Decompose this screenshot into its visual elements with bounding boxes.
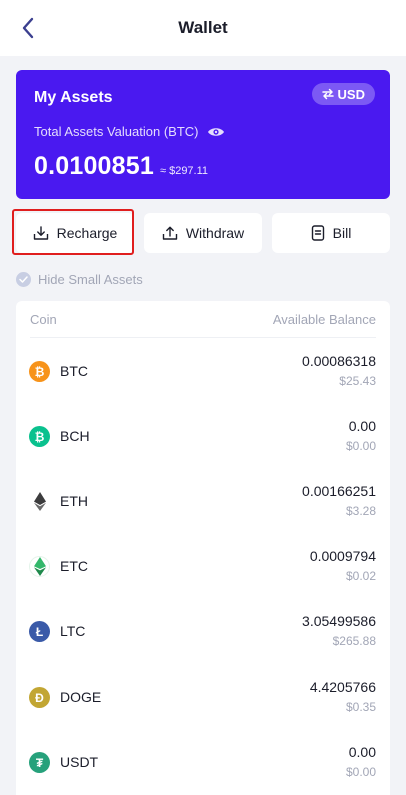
coin-row-doge[interactable]: Ð DOGE 4.4205766 $0.35 <box>16 664 390 729</box>
eye-icon <box>207 127 224 136</box>
coin-row-bch[interactable]: ₿ BCH 0.00 $0.00 <box>16 403 390 468</box>
withdraw-label: Withdraw <box>185 225 245 241</box>
coin-fiat-value: $25.43 <box>339 374 376 388</box>
chevron-left-icon <box>22 17 34 39</box>
valuation-label-row: Total Assets Valuation (BTC) <box>34 124 225 139</box>
valuation-label: Total Assets Valuation (BTC) <box>34 124 199 139</box>
swap-icon <box>321 88 334 100</box>
bitcoin-icon: ₿ <box>29 361 50 382</box>
valuation-row: 0.0100851 ≈ $297.11 <box>34 152 208 181</box>
coin-row-etc[interactable]: ETC 0.0009794 $0.02 <box>16 533 390 598</box>
coin-table-header: Coin Available Balance <box>30 301 376 338</box>
assets-summary-card: My Assets USD Total Assets Valuation (BT… <box>16 70 390 199</box>
bill-button[interactable]: Bill <box>272 213 390 253</box>
top-nav-bar: Wallet <box>0 0 406 56</box>
coin-symbol: BCH <box>60 428 90 444</box>
download-icon <box>33 226 48 240</box>
recharge-button[interactable]: Recharge <box>16 213 134 253</box>
coin-fiat-value: $265.88 <box>332 634 376 648</box>
back-button[interactable] <box>14 14 42 42</box>
coin-fiat-value: $3.28 <box>345 504 376 518</box>
recharge-label: Recharge <box>56 225 118 241</box>
coin-balance: 0.00 <box>348 744 376 760</box>
coin-fiat-value: $0.00 <box>345 439 376 453</box>
ethereum-icon <box>29 491 50 512</box>
tether-icon: ₮ <box>29 752 50 773</box>
page-title: Wallet <box>178 18 228 37</box>
visibility-toggle-button[interactable] <box>207 126 225 138</box>
coin-fiat-value: $0.35 <box>345 700 376 714</box>
coin-column-header: Coin <box>30 311 57 327</box>
bitcoin-cash-icon: ₿ <box>29 426 50 447</box>
coin-balance: 0.00 <box>348 418 376 434</box>
coin-balance: 0.0009794 <box>309 548 376 564</box>
coin-fiat-value: $0.00 <box>345 765 376 779</box>
valuation-value: 0.0100851 <box>34 152 154 180</box>
coin-symbol: ETC <box>60 558 88 574</box>
coin-symbol: ETH <box>60 493 88 509</box>
dogecoin-icon: Ð <box>29 687 50 708</box>
bill-icon <box>311 225 324 241</box>
coin-list-card: Coin Available Balance ₿ BTC 0.00086318 $25… <box>16 301 390 795</box>
coin-symbol: BTC <box>60 363 88 379</box>
assets-title: My Assets <box>34 89 113 106</box>
coin-balance: 0.00166251 <box>302 483 376 499</box>
coin-fiat-value: $0.02 <box>345 569 376 583</box>
coin-row-usdt[interactable]: ₮ USDT 0.00 $0.00 <box>16 729 390 794</box>
coin-balance: 4.4205766 <box>309 679 376 695</box>
coin-symbol: USDT <box>60 754 99 770</box>
coin-row-btc[interactable]: ₿ BTC 0.00086318 $25.43 <box>16 338 390 403</box>
check-icon <box>16 271 31 287</box>
currency-toggle-button[interactable]: USD <box>311 83 375 105</box>
bill-label: Bill <box>332 225 352 241</box>
hide-small-assets-toggle[interactable]: Hide Small Assets <box>16 269 143 289</box>
hide-small-assets-label: Hide Small Assets <box>38 271 143 287</box>
balance-column-header: Available Balance <box>272 311 376 327</box>
valuation-fiat: ≈ $297.11 <box>159 165 209 177</box>
withdraw-button[interactable]: Withdraw <box>144 213 262 253</box>
coin-row-eth[interactable]: ETH 0.00166251 $3.28 <box>16 468 390 533</box>
coin-symbol: LTC <box>60 623 86 639</box>
coin-balance: 3.05499586 <box>302 613 376 629</box>
upload-icon <box>162 226 178 240</box>
coin-row-ltc[interactable]: Ł LTC 3.05499586 $265.88 <box>16 598 390 663</box>
ethereum-classic-icon <box>29 556 50 577</box>
currency-toggle-label: USD <box>337 86 365 102</box>
coin-symbol: DOGE <box>60 689 102 705</box>
litecoin-icon: Ł <box>29 621 50 642</box>
coin-balance: 0.00086318 <box>302 353 376 369</box>
